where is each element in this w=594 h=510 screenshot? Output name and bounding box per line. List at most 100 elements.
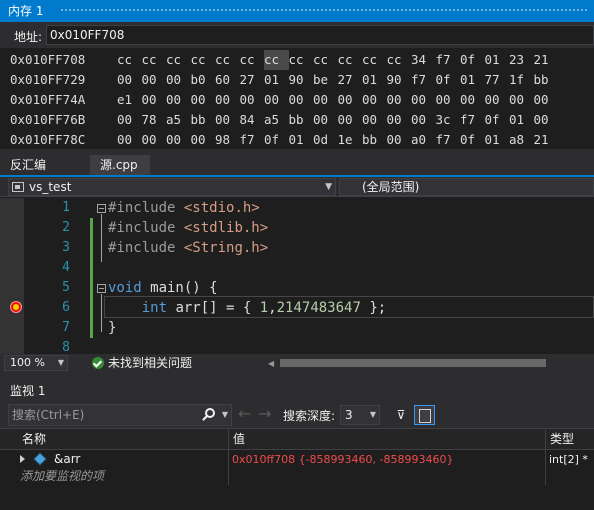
code-line[interactable]: int arr[] = { 1,2147483647 };: [108, 298, 386, 318]
memory-byte[interactable]: cc: [362, 50, 387, 70]
issues-status[interactable]: 未找到相关问题: [108, 355, 192, 371]
memory-byte[interactable]: 0d: [313, 130, 338, 149]
memory-byte[interactable]: 00: [338, 110, 363, 130]
code-line[interactable]: #include <stdio.h>: [108, 198, 260, 218]
watch-add-row[interactable]: 添加要监视的项: [0, 468, 594, 485]
memory-byte[interactable]: 00: [117, 70, 142, 90]
memory-byte[interactable]: cc: [264, 50, 289, 70]
memory-byte[interactable]: be: [313, 70, 338, 90]
code-line[interactable]: #include <stdlib.h>: [108, 218, 268, 238]
column-header-value[interactable]: 值: [233, 429, 245, 449]
breakpoint-icon[interactable]: [10, 301, 22, 313]
memory-byte[interactable]: 0f: [264, 130, 289, 149]
memory-byte[interactable]: 1e: [338, 130, 363, 149]
memory-grid[interactable]: 0x010FF708 cc cc cc cc cc cc cc cc cc cc cc cc 34 f7 0f…: [0, 49, 594, 149]
arrow-left-icon[interactable]: ←: [238, 405, 251, 423]
memory-byte[interactable]: cc: [240, 50, 265, 70]
memory-byte[interactable]: 00: [387, 90, 412, 110]
memory-byte[interactable]: b0: [191, 70, 216, 90]
watch-search-box[interactable]: 搜索(Ctrl+E) ▼: [8, 404, 232, 426]
memory-byte[interactable]: bb: [362, 130, 387, 149]
memory-byte[interactable]: 27: [240, 70, 265, 90]
scroll-left-icon[interactable]: ◀: [268, 359, 274, 368]
column-header-name[interactable]: 名称: [22, 429, 46, 449]
memory-byte[interactable]: 00: [191, 130, 216, 149]
memory-byte[interactable]: 00: [534, 90, 559, 110]
watch-item-value[interactable]: 0x010ff708 {-858993460, -858993460}: [232, 451, 453, 468]
memory-byte[interactable]: 00: [215, 110, 240, 130]
memory-byte[interactable]: 21: [534, 50, 559, 70]
memory-byte[interactable]: 01: [362, 70, 387, 90]
memory-row[interactable]: 0x010FF76B 00 78 a5 bb 00 84 a5 bb 00 00 00 00 00 3c f7…: [10, 110, 558, 130]
memory-byte[interactable]: 00: [142, 70, 167, 90]
memory-byte[interactable]: 00: [460, 90, 485, 110]
memory-byte[interactable]: f7: [436, 130, 461, 149]
memory-row[interactable]: 0x010FF729 00 00 00 b0 60 27 01 90 be 27 01 90 f7 0f 01…: [10, 70, 558, 90]
memory-byte[interactable]: cc: [215, 50, 240, 70]
memory-byte[interactable]: 00: [436, 90, 461, 110]
memory-byte[interactable]: 0f: [485, 110, 510, 130]
memory-byte[interactable]: 77: [485, 70, 510, 90]
memory-byte[interactable]: e1: [117, 90, 142, 110]
memory-byte[interactable]: 00: [215, 90, 240, 110]
watch-row[interactable]: &arr 0x010ff708 {-858993460, -858993460}…: [0, 451, 594, 468]
memory-byte[interactable]: 90: [289, 70, 314, 90]
memory-byte[interactable]: a8: [509, 130, 534, 149]
memory-byte[interactable]: f7: [411, 70, 436, 90]
memory-byte[interactable]: bb: [534, 70, 559, 90]
memory-byte[interactable]: 00: [313, 110, 338, 130]
address-input[interactable]: 0x010FF708: [46, 25, 594, 45]
memory-byte[interactable]: f7: [240, 130, 265, 149]
glyph-margin[interactable]: [0, 198, 24, 354]
expand-arrow-icon[interactable]: [20, 455, 25, 463]
memory-byte[interactable]: 00: [117, 130, 142, 149]
memory-byte[interactable]: a0: [411, 130, 436, 149]
memory-byte[interactable]: 27: [338, 70, 363, 90]
memory-byte[interactable]: 00: [509, 90, 534, 110]
memory-byte[interactable]: 00: [411, 90, 436, 110]
memory-byte[interactable]: 00: [142, 130, 167, 149]
memory-row[interactable]: 0x010FF708 cc cc cc cc cc cc cc cc cc cc cc cc 34 f7 0f…: [10, 50, 558, 70]
column-header-type[interactable]: 类型: [550, 429, 574, 449]
memory-byte[interactable]: 00: [166, 70, 191, 90]
watch-window-title[interactable]: 监视 1: [0, 380, 594, 402]
memory-byte[interactable]: a5: [264, 110, 289, 130]
memory-byte[interactable]: 00: [362, 110, 387, 130]
tab-source-cpp[interactable]: 源.cpp: [90, 155, 150, 175]
memory-byte[interactable]: 00: [166, 130, 191, 149]
memory-byte[interactable]: cc: [142, 50, 167, 70]
memory-byte[interactable]: cc: [166, 50, 191, 70]
memory-byte[interactable]: 01: [264, 70, 289, 90]
memory-byte[interactable]: 00: [264, 90, 289, 110]
memory-byte[interactable]: cc: [313, 50, 338, 70]
panel-separator[interactable]: [0, 372, 594, 380]
memory-byte[interactable]: 60: [215, 70, 240, 90]
memory-byte[interactable]: 34: [411, 50, 436, 70]
code-editor[interactable]: 1 2 3 4 5 6 7 8 #include <stdio.h> #incl…: [0, 198, 594, 354]
memory-byte[interactable]: 84: [240, 110, 265, 130]
memory-byte[interactable]: 00: [142, 90, 167, 110]
zoom-dropdown[interactable]: 100 % ▼: [4, 355, 68, 371]
memory-byte[interactable]: 0f: [436, 70, 461, 90]
memory-byte[interactable]: 00: [117, 110, 142, 130]
memory-byte[interactable]: 00: [313, 90, 338, 110]
tab-disassembly[interactable]: 反汇编: [0, 155, 88, 175]
memory-byte[interactable]: 0f: [460, 50, 485, 70]
search-depth-dropdown[interactable]: 3 ▼: [340, 405, 380, 425]
horizontal-scrollbar-thumb[interactable]: [280, 359, 546, 367]
memory-byte[interactable]: 00: [240, 90, 265, 110]
memory-byte[interactable]: 01: [485, 130, 510, 149]
pin-icon[interactable]: ⊽: [392, 406, 410, 424]
memory-byte[interactable]: bb: [191, 110, 216, 130]
memory-byte[interactable]: f7: [460, 110, 485, 130]
collapse-icon[interactable]: [97, 204, 106, 213]
memory-byte[interactable]: 00: [289, 90, 314, 110]
memory-byte[interactable]: 1f: [509, 70, 534, 90]
memory-byte[interactable]: 01: [289, 130, 314, 149]
memory-byte[interactable]: 00: [485, 90, 510, 110]
memory-row[interactable]: 0x010FF78C 00 00 00 00 98 f7 0f 01 0d 1e bb 00 a0 f7 0f…: [10, 130, 558, 149]
memory-byte[interactable]: 78: [142, 110, 167, 130]
memory-byte[interactable]: cc: [289, 50, 314, 70]
memory-byte[interactable]: 00: [191, 90, 216, 110]
code-line[interactable]: }: [108, 318, 116, 338]
